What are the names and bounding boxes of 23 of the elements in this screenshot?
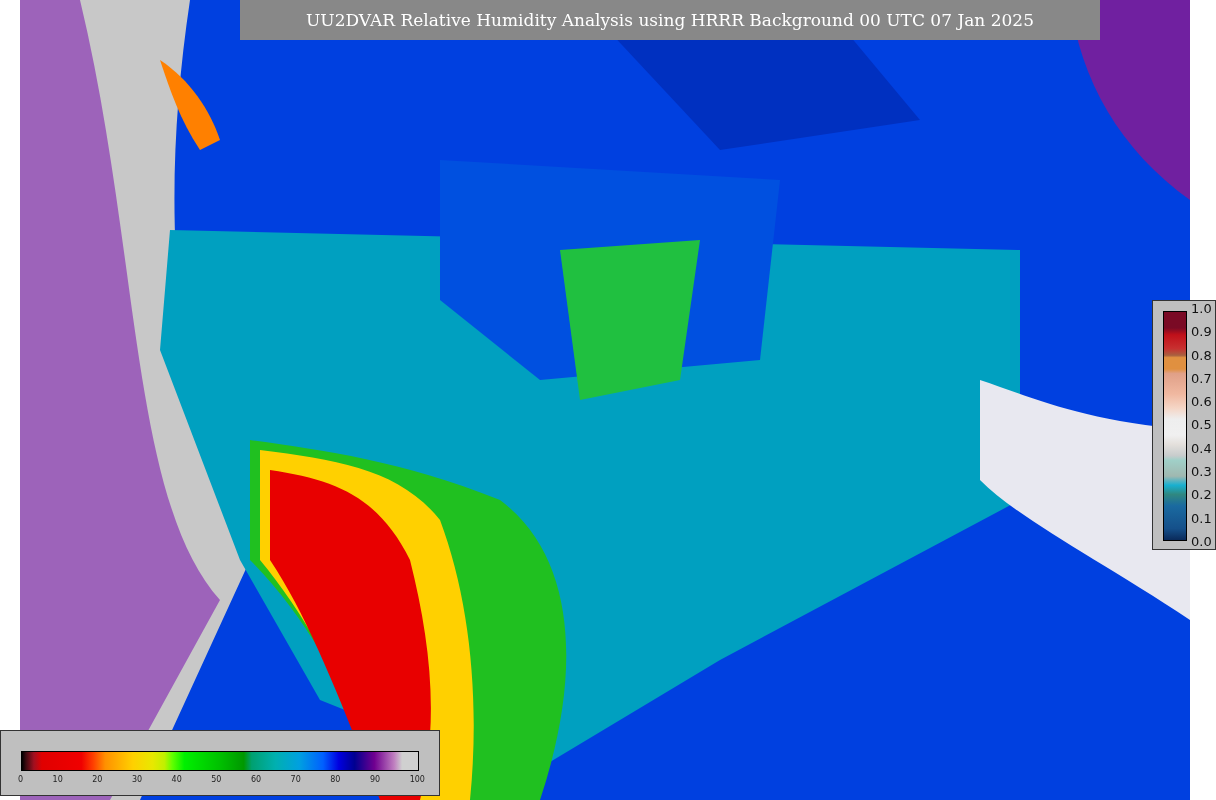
colorbar-tick-label: 90 (369, 775, 381, 784)
colorbar-tick-label: 50 (211, 775, 222, 784)
colorbar-tick-label: 0.0 (1191, 533, 1212, 549)
colorbar-tick-label: 0.8 (1191, 347, 1212, 363)
colorbar-tick-label: 0.4 (1191, 440, 1212, 456)
colorbar-tick-label: 20 (92, 775, 103, 784)
colorbar-tick-label: 0.5 (1191, 417, 1212, 433)
colorbar-tick-label: 0.1 (1191, 510, 1212, 526)
colorbar-tick-label: 40 (171, 775, 182, 784)
colorbar-tick-label: 100 (409, 775, 425, 784)
colorbar-tick-label: 0 (18, 775, 24, 784)
colorbar-tick-label: 1.0 (1191, 301, 1212, 316)
colorbar-tick-label: 0.3 (1191, 464, 1212, 480)
colorbar-tick-label: 30 (131, 775, 143, 784)
colorbar-tick-label: 10 (52, 775, 63, 784)
colorbar-tick-label: 0.7 (1191, 370, 1212, 386)
colorbar-tick-label: 60 (250, 775, 262, 784)
colorbar-tick-label: 80 (330, 775, 341, 784)
colorbar-tick-label: 0.9 (1191, 324, 1212, 340)
colorbar-tick-label: 0.2 (1191, 487, 1212, 503)
colorbar-tick-label: 0.6 (1191, 394, 1212, 410)
colorbar-tick-label: 70 (290, 775, 301, 784)
map-title: UU2DVAR Relative Humidity Analysis using HRRR Background 00 UTC 07 Jan 2025 (240, 0, 1100, 40)
